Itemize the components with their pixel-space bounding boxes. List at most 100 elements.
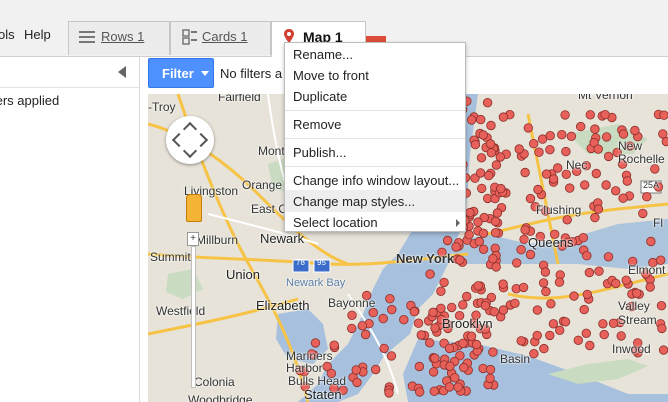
map-marker[interactable] bbox=[428, 367, 439, 377]
map-marker[interactable] bbox=[473, 281, 483, 291]
map-marker[interactable] bbox=[516, 244, 526, 255]
map-marker[interactable] bbox=[351, 365, 361, 375]
map-marker[interactable] bbox=[594, 266, 604, 276]
map-marker[interactable] bbox=[534, 147, 544, 157]
map-marker[interactable] bbox=[399, 314, 409, 325]
map-marker[interactable] bbox=[590, 124, 600, 134]
map-marker[interactable] bbox=[593, 204, 604, 214]
menu-item-rename[interactable]: Rename... bbox=[293, 47, 353, 62]
map-marker[interactable] bbox=[416, 330, 427, 340]
map-marker[interactable] bbox=[560, 317, 571, 327]
map-marker[interactable] bbox=[555, 325, 565, 336]
map-marker[interactable] bbox=[459, 362, 469, 373]
map-marker[interactable] bbox=[573, 335, 584, 346]
map-marker[interactable] bbox=[618, 193, 628, 203]
map-marker[interactable] bbox=[465, 207, 475, 218]
map-marker[interactable] bbox=[458, 338, 468, 349]
map-marker[interactable] bbox=[442, 235, 453, 246]
map-marker[interactable] bbox=[352, 377, 362, 388]
map-marker[interactable] bbox=[482, 97, 493, 108]
map-marker[interactable] bbox=[585, 110, 596, 120]
map-marker[interactable] bbox=[618, 129, 629, 139]
map-marker[interactable] bbox=[638, 208, 648, 219]
map-marker[interactable] bbox=[545, 145, 555, 155]
map-marker[interactable] bbox=[529, 349, 539, 359]
pan-control[interactable] bbox=[166, 116, 214, 164]
map-marker[interactable] bbox=[658, 345, 668, 355]
map-marker[interactable] bbox=[532, 330, 542, 341]
menu-help[interactable]: Help bbox=[24, 27, 51, 42]
map-marker[interactable] bbox=[590, 212, 600, 223]
map-marker[interactable] bbox=[599, 329, 609, 340]
map-marker[interactable] bbox=[476, 114, 486, 125]
tab-rows[interactable]: Rows 1 bbox=[68, 21, 170, 55]
map-marker[interactable] bbox=[548, 319, 559, 329]
map-marker[interactable] bbox=[458, 300, 468, 310]
map-marker[interactable] bbox=[425, 338, 435, 348]
map-marker[interactable] bbox=[414, 361, 425, 372]
pan-up-icon[interactable] bbox=[182, 121, 198, 137]
menu-item-remove[interactable]: Remove bbox=[293, 117, 341, 132]
map-marker[interactable] bbox=[444, 382, 455, 392]
map-marker[interactable] bbox=[466, 331, 477, 341]
map-marker[interactable] bbox=[486, 148, 497, 158]
map-marker[interactable] bbox=[537, 134, 548, 144]
pan-left-icon[interactable] bbox=[171, 132, 187, 148]
menu-item-select-location[interactable]: Select location bbox=[293, 215, 378, 230]
map-marker[interactable] bbox=[529, 139, 539, 149]
map-marker[interactable] bbox=[430, 353, 440, 363]
map-marker[interactable] bbox=[566, 131, 577, 142]
map-marker[interactable] bbox=[539, 343, 549, 354]
map-marker[interactable] bbox=[477, 183, 487, 194]
map-marker[interactable] bbox=[488, 253, 498, 264]
map-marker[interactable] bbox=[478, 244, 489, 255]
map-marker[interactable] bbox=[584, 267, 595, 278]
map-marker[interactable] bbox=[467, 115, 477, 125]
map-marker[interactable] bbox=[310, 338, 321, 348]
map-marker[interactable] bbox=[490, 216, 501, 227]
map-marker[interactable] bbox=[591, 168, 602, 179]
zoom-in-button[interactable]: + bbox=[187, 232, 199, 246]
menu-item-move-to-front[interactable]: Move to front bbox=[293, 68, 369, 83]
map-marker[interactable] bbox=[582, 289, 593, 300]
map-marker[interactable] bbox=[492, 208, 503, 218]
map-marker[interactable] bbox=[565, 183, 575, 193]
map-marker[interactable] bbox=[436, 286, 446, 297]
map-marker[interactable] bbox=[385, 293, 395, 304]
map-marker[interactable] bbox=[561, 146, 571, 157]
map-marker[interactable] bbox=[387, 304, 397, 315]
map-marker[interactable] bbox=[512, 258, 522, 268]
menu-item-change-map-styles[interactable]: Change map styles... bbox=[293, 194, 415, 209]
menu-tools[interactable]: ols bbox=[0, 27, 15, 42]
map-marker[interactable] bbox=[516, 336, 526, 346]
map-marker[interactable] bbox=[462, 291, 472, 302]
map-marker[interactable] bbox=[603, 252, 614, 262]
menu-item-publish[interactable]: Publish... bbox=[293, 145, 346, 160]
map-marker[interactable] bbox=[415, 387, 425, 397]
map-marker[interactable] bbox=[510, 298, 520, 309]
map-marker[interactable] bbox=[578, 232, 589, 243]
map-marker[interactable] bbox=[473, 217, 483, 227]
map-marker[interactable] bbox=[601, 132, 612, 142]
map-marker[interactable] bbox=[379, 343, 389, 354]
map-marker[interactable] bbox=[520, 225, 530, 235]
map-marker[interactable] bbox=[486, 120, 496, 131]
map-marker[interactable] bbox=[476, 153, 487, 163]
collapse-panel-icon[interactable] bbox=[118, 66, 126, 78]
map-marker[interactable] bbox=[470, 139, 481, 150]
map-marker[interactable] bbox=[518, 282, 529, 293]
map-marker[interactable] bbox=[384, 388, 394, 398]
tab-cards[interactable]: Cards 1 bbox=[170, 21, 271, 55]
map-marker[interactable] bbox=[386, 351, 397, 361]
map-marker[interactable] bbox=[532, 305, 543, 315]
map-marker[interactable] bbox=[608, 318, 619, 329]
map-marker[interactable] bbox=[603, 151, 614, 162]
map-marker[interactable] bbox=[475, 168, 486, 178]
map-marker[interactable] bbox=[495, 152, 506, 162]
map-marker[interactable] bbox=[616, 331, 626, 341]
map-marker[interactable] bbox=[451, 242, 461, 252]
pan-right-icon[interactable] bbox=[193, 132, 209, 148]
map-marker[interactable] bbox=[347, 310, 357, 321]
map-marker[interactable] bbox=[485, 364, 496, 375]
map-marker[interactable] bbox=[425, 269, 435, 279]
